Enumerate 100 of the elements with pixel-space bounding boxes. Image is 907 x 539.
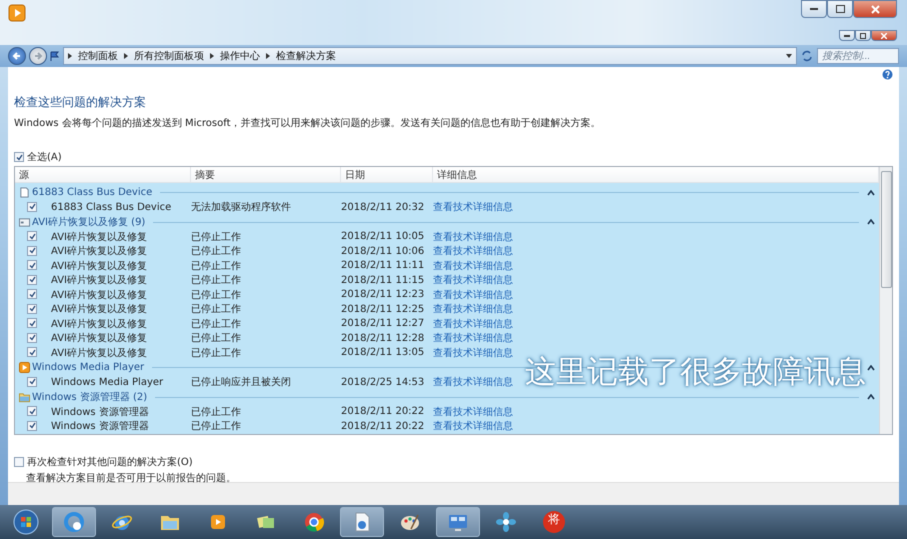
breadcrumb-item[interactable]: 检查解决方案 — [276, 49, 336, 63]
summary-cell-text: 已停止工作 — [191, 332, 242, 346]
chevron-icon — [266, 53, 270, 59]
taskbar-button[interactable] — [340, 507, 384, 537]
app-icon — [8, 4, 26, 22]
summary-cell-text: 已停止工作 — [191, 302, 242, 316]
source-cell-text: AVI碎片恢复以及修复 — [51, 288, 148, 302]
source-cell-text: AVI碎片恢复以及修复 — [51, 332, 148, 346]
checkbox[interactable] — [27, 420, 37, 430]
collapse-icon[interactable] — [867, 394, 875, 400]
checkbox[interactable] — [27, 304, 37, 314]
date-cell-text: 2018/2/11 12:23 — [341, 289, 426, 300]
details-link[interactable]: 查看技术详细信息 — [433, 244, 513, 258]
checkbox[interactable] — [27, 260, 37, 270]
close-button[interactable] — [853, 0, 897, 18]
help-icon[interactable] — [882, 69, 893, 80]
checkbox[interactable] — [27, 202, 37, 212]
details-link[interactable]: 查看技术详细信息 — [433, 331, 513, 346]
page-heading: 检查这些问题的解决方案 — [14, 94, 147, 111]
back-button[interactable] — [8, 47, 26, 65]
collapse-icon[interactable] — [867, 364, 875, 370]
checkbox[interactable] — [27, 289, 37, 299]
app-badge: 将 — [543, 511, 565, 533]
group-title: 61883 Class Bus Device — [32, 187, 152, 198]
search-field[interactable]: 搜索控制... — [817, 48, 899, 64]
source-cell-text: Windows Media Player — [51, 376, 164, 388]
summary-cell-text: 无法加载驱动程序软件 — [191, 200, 292, 214]
minimize-button[interactable] — [801, 0, 827, 18]
checkbox[interactable] — [27, 347, 37, 357]
recheck-description: 查看解决方案目前是否可用于以前报告的问题。 — [26, 472, 237, 484]
details-link[interactable]: 查看技术详细信息 — [433, 375, 513, 390]
details-link[interactable]: 查看技术详细信息 — [433, 346, 513, 360]
group-title: Windows 资源管理器 (2) — [32, 391, 148, 404]
maximize-icon — [836, 5, 844, 13]
source-cell-text: Windows 资源管理器 — [51, 406, 150, 419]
details-link[interactable]: 查看技术详细信息 — [433, 258, 513, 273]
document-icon — [19, 187, 30, 198]
minimize-icon — [810, 8, 818, 10]
source-cell-text: AVI碎片恢复以及修复 — [51, 318, 148, 331]
checkbox[interactable] — [14, 456, 24, 466]
checkbox[interactable] — [27, 231, 37, 241]
summary-cell-text: 已停止工作 — [191, 260, 242, 273]
minimize-button[interactable] — [839, 30, 855, 41]
date-cell-text: 2018/2/11 11:15 — [341, 274, 426, 286]
play-icon — [19, 362, 30, 373]
summary-cell-text: 已停止工作 — [191, 230, 242, 244]
column-header[interactable]: 摘要 — [191, 167, 341, 182]
details-link[interactable]: 查看技术详细信息 — [433, 316, 513, 331]
checkbox[interactable] — [14, 152, 24, 162]
details-link[interactable]: 查看技术详细信息 — [433, 288, 513, 302]
breadcrumb-item[interactable]: 操作中心 — [220, 49, 260, 63]
group-title: AVI碎片恢复以及修复 (9) — [32, 216, 146, 229]
collapse-icon[interactable] — [867, 190, 875, 196]
restore-icon — [860, 32, 866, 38]
summary-cell-text: 已停止工作 — [191, 318, 242, 331]
column-header[interactable]: 日期 — [341, 167, 433, 182]
checkbox[interactable] — [27, 332, 37, 342]
column-header[interactable]: 源 — [15, 167, 191, 182]
date-cell-text: 2018/2/11 10:05 — [341, 231, 426, 242]
date-cell-text: 2018/2/11 11:11 — [341, 260, 426, 272]
breadcrumb-item[interactable]: 所有控制面板项 — [134, 49, 204, 63]
date-cell-text: 2018/2/11 10:06 — [341, 246, 426, 257]
forward-button[interactable] — [29, 47, 47, 65]
chevron-icon — [210, 53, 214, 59]
chrome-icon — [303, 511, 325, 533]
date-cell-text: 2018/2/11 20:32 — [341, 202, 426, 213]
source-cell-text: AVI碎片恢复以及修复 — [51, 346, 148, 360]
refresh-icon[interactable] — [800, 49, 814, 63]
details-link[interactable]: 查看技术详细信息 — [433, 230, 513, 244]
source-cell-text: AVI碎片恢复以及修复 — [51, 302, 148, 316]
restore-button[interactable] — [855, 30, 871, 41]
recheck-label: 再次检查针对其他问题的解决方案(O) — [27, 456, 193, 468]
select-all-label: 全选(A) — [27, 150, 62, 164]
checkbox[interactable] — [27, 274, 37, 284]
maximize-button[interactable] — [827, 0, 853, 18]
checkbox[interactable] — [27, 406, 37, 416]
source-cell-text: Windows 资源管理器 — [51, 420, 150, 434]
checkbox[interactable] — [27, 376, 37, 386]
details-link[interactable]: 查看技术详细信息 — [433, 302, 513, 316]
collapse-icon[interactable] — [867, 219, 875, 225]
source-cell-text: AVI碎片恢复以及修复 — [51, 244, 148, 258]
close-button[interactable] — [871, 30, 897, 41]
checkbox[interactable] — [27, 246, 37, 256]
date-cell-text: 2018/2/11 13:05 — [341, 347, 426, 358]
source-cell-text: AVI碎片恢复以及修复 — [51, 260, 148, 273]
address-bar[interactable]: 控制面板 所有控制面板项 操作中心 检查解决方案 — [63, 47, 797, 65]
taskbar-button[interactable]: 将 — [532, 507, 576, 537]
group-title: Windows Media Player — [32, 362, 144, 373]
details-link[interactable]: 查看技术详细信息 — [433, 273, 513, 288]
scrollbar[interactable] — [879, 167, 892, 434]
details-link[interactable]: 查看技术详细信息 — [433, 404, 513, 419]
summary-cell-text: 已停止工作 — [191, 420, 242, 434]
dropdown-icon — [786, 54, 792, 58]
flower-icon — [495, 511, 517, 533]
breadcrumb-item[interactable]: 控制面板 — [78, 49, 118, 63]
checkbox[interactable] — [27, 318, 37, 328]
close-icon — [870, 4, 880, 14]
details-link[interactable]: 查看技术详细信息 — [433, 419, 513, 434]
details-link[interactable]: 查看技术详细信息 — [433, 200, 513, 214]
summary-cell-text: 已停止工作 — [191, 288, 242, 302]
